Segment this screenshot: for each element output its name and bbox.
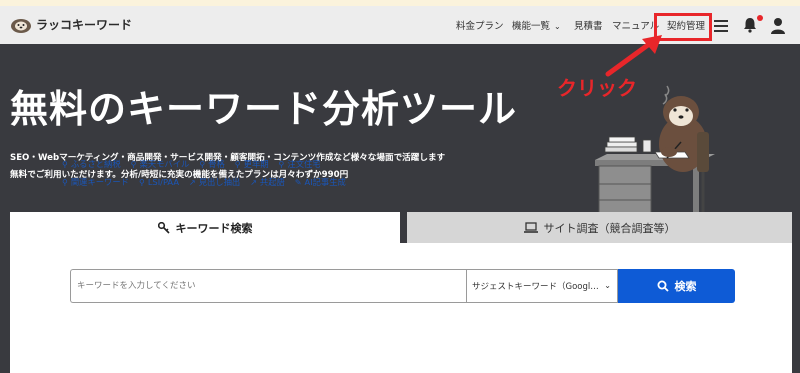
search-icon: ⚲ bbox=[130, 159, 137, 169]
popular-link-3[interactable]: ⚲ 骨格 bbox=[199, 158, 224, 170]
search-icon bbox=[657, 280, 669, 292]
search-mode-value: サジェストキーワード（Googl… bbox=[472, 282, 599, 292]
tool-link-cooccurrence[interactable]: ↗ 共起語 bbox=[250, 176, 285, 188]
link-label: 更年期 bbox=[243, 159, 269, 169]
link-label: 注文住宅 bbox=[287, 159, 321, 169]
menu-icon[interactable] bbox=[714, 20, 728, 32]
popular-link-2[interactable]: ⚲ 楽天モバイル bbox=[131, 158, 190, 170]
otter-logo-icon bbox=[11, 19, 31, 33]
search-button-label: 検索 bbox=[674, 280, 697, 293]
tab-site-research[interactable]: サイト調査（競合調査等） bbox=[407, 212, 792, 243]
tool-link-heading-extract[interactable]: ↗ 見出し抽出 bbox=[189, 176, 240, 188]
chevron-down-icon: ⌄ bbox=[554, 22, 561, 31]
chart-icon: ↗ bbox=[250, 177, 257, 187]
laptop-icon bbox=[523, 222, 538, 233]
link-label: AI記事生成 bbox=[304, 177, 346, 187]
tool-link-lsi-paa[interactable]: ⚲ LSI/PAA bbox=[139, 176, 179, 188]
hero-section: 無料のキーワード分析ツール SEO・Webマーケティング・商品開発・サービス開発… bbox=[0, 35, 800, 373]
chart-icon: ↗ bbox=[189, 177, 196, 187]
edit-icon: ✎ bbox=[294, 177, 302, 187]
user-icon[interactable] bbox=[770, 17, 786, 35]
search-icon: ⚲ bbox=[62, 159, 68, 169]
search-panel: サジェストキーワード（Googl… ⌄ 検索 bbox=[10, 243, 792, 373]
keyword-search-input[interactable] bbox=[70, 269, 466, 303]
link-label: ふるさと納税 bbox=[70, 159, 121, 169]
popular-keyword-links: ⚲ ふるさと納税 ⚲ 楽天モバイル ⚲ 骨格 ⚲ 更年期 ⚲ 注文住宅 bbox=[62, 158, 321, 170]
hero-title: 無料のキーワード分析ツール bbox=[10, 87, 518, 131]
nav-features[interactable]: 機能一覧 ⌄ bbox=[512, 18, 561, 32]
nav-pricing[interactable]: 料金プラン bbox=[456, 18, 504, 32]
search-icon: ⚲ bbox=[234, 159, 241, 169]
search-icon: ⚲ bbox=[199, 159, 206, 169]
link-label: 見出し抽出 bbox=[198, 177, 241, 187]
search-icon: ⚲ bbox=[138, 177, 145, 187]
nav-features-label: 機能一覧 bbox=[512, 21, 551, 32]
otter-mascot-illustration bbox=[595, 85, 715, 219]
popular-link-4[interactable]: ⚲ 更年期 bbox=[235, 158, 269, 170]
notification-dot bbox=[757, 15, 763, 21]
search-icon: ⚲ bbox=[278, 159, 285, 169]
nav-estimate[interactable]: 見積書 bbox=[574, 18, 603, 32]
popular-link-5[interactable]: ⚲ 注文住宅 bbox=[279, 158, 321, 170]
link-label: 骨格 bbox=[208, 159, 225, 169]
brand-name: ラッコキーワード bbox=[36, 17, 133, 32]
chevron-down-icon: ⌄ bbox=[604, 281, 611, 290]
search-icon: ⚲ bbox=[62, 177, 68, 187]
site-header: ラッコキーワード 料金プラン 機能一覧 ⌄ 見積書 マニュアル 契約管理 bbox=[0, 6, 800, 44]
search-mode-select[interactable]: サジェストキーワード（Googl… ⌄ bbox=[466, 269, 618, 303]
link-label: 楽天モバイル bbox=[139, 159, 190, 169]
tab-keyword-search[interactable]: キーワード検索 bbox=[10, 212, 400, 244]
search-bar: サジェストキーワード（Googl… ⌄ 検索 bbox=[70, 269, 735, 303]
tool-links: ⚲ 関連キーワード ⚲ LSI/PAA ↗ 見出し抽出 ↗ 共起語 ✎ AI記事生成 bbox=[62, 176, 346, 188]
tab-site-research-label: サイト調査（競合調査等） bbox=[543, 221, 676, 235]
tool-link-ai-article[interactable]: ✎ AI記事生成 bbox=[295, 176, 346, 188]
link-label: LSI/PAA bbox=[147, 177, 179, 187]
link-label: 共起語 bbox=[259, 177, 285, 187]
brand-logo[interactable]: ラッコキーワード bbox=[10, 14, 132, 34]
key-icon bbox=[157, 222, 170, 234]
popular-link-1[interactable]: ⚲ ふるさと納税 bbox=[62, 158, 121, 170]
search-button[interactable]: 検索 bbox=[618, 269, 735, 303]
tab-keyword-search-label: キーワード検索 bbox=[175, 222, 253, 235]
link-label: 関連キーワード bbox=[70, 177, 129, 187]
tool-link-related-keywords[interactable]: ⚲ 関連キーワード bbox=[62, 176, 129, 188]
